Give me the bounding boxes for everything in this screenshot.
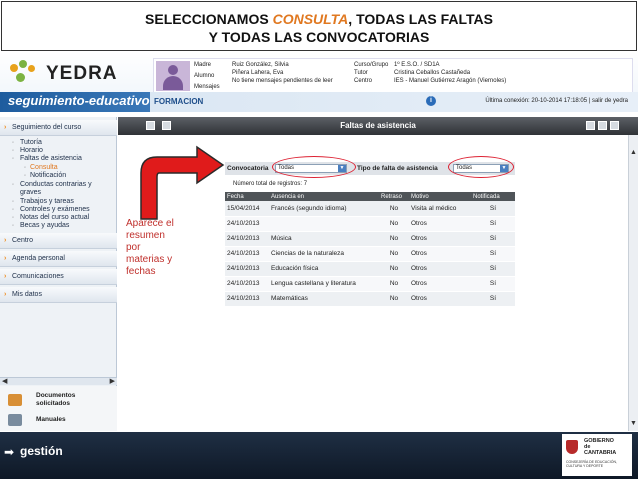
sidebar-item-controles[interactable]: Controles y exámenes [0,206,117,214]
col-retraso[interactable]: Retraso [379,192,409,201]
centro-label: Centro [354,78,373,84]
sidebar-item-horario[interactable]: Horario [0,147,117,155]
scroll-up-icon[interactable]: ▲ [630,149,637,156]
sidebar-item-notificacion[interactable]: Notificación [0,172,117,180]
logo-text: YEDRA [46,63,118,84]
table-row[interactable]: 24/10/2013 No Otros Sí [225,216,515,232]
coat-of-arms-icon [566,440,578,454]
role-label-madre: Madre [194,62,212,68]
sidebar-item-conductas[interactable]: Conductas contrarias y [0,181,117,189]
curso-value: 1º E.S.O. / SD1A [394,62,440,68]
manuals-icon[interactable] [8,414,22,426]
role-label-mensajes: Mensajes [194,84,220,90]
documents-link[interactable]: Documentos solicitados [36,392,75,408]
tutor-label: Tutor [354,70,368,76]
nav-band: seguimiento-educativo FORMACION i Última… [0,92,638,112]
sidebar-item-agenda[interactable]: Agenda personal [0,251,117,267]
sidebar-item-trabajos[interactable]: Trabajos y tareas [0,198,117,206]
panel-title: Faltas de asistencia [340,121,416,130]
manuals-link[interactable]: Manuales [36,416,66,424]
government-logo: GOBIERNO de CANTABRIA CONSEJERÍA DE EDUCAC… [562,434,632,476]
info-icon[interactable]: i [426,96,436,106]
col-notificada[interactable]: Notificada [471,192,515,201]
main-vertical-scrollbar[interactable]: ▲ ▼ [628,135,638,431]
sidebar-item-mis-datos[interactable]: Mis datos [0,287,117,303]
scroll-down-icon[interactable]: ▼ [630,420,637,427]
scroll-left-icon[interactable]: ◀ [2,377,7,385]
annotation-text: Aparece el resumen por materias y fechas [126,218,174,277]
caption-line-1: SELECCIONAMOS CONSULTA, TODAS LAS FALTAS [145,11,493,27]
gov-name: GOBIERNO de CANTABRIA [584,438,617,456]
scroll-right-icon[interactable]: ▶ [110,377,115,385]
last-connection[interactable]: Última conexión: 20-10-2014 17:18:05 | s… [485,98,628,104]
table-row[interactable]: 24/10/2013 Lengua castellana y literatura… [225,276,515,292]
sidebar-item-conductas-cont[interactable]: graves [0,189,117,197]
app-subtitle: seguimiento-educativo [8,93,150,108]
sidebar-item-notas[interactable]: Notas del curso actual [0,214,117,222]
avatar [156,61,190,91]
print-icon[interactable] [146,121,155,130]
caption-line-2: Y TODAS LAS CONVOCATORIAS [208,29,430,45]
table-row[interactable]: 24/10/2013 Música No Otros Sí [225,231,515,247]
user-info-panel: Madre Alumno Mensajes Ruiz González, Sil… [153,58,633,94]
yedra-logo-icon [8,60,44,88]
gestion-link[interactable]: gestión [20,444,63,458]
documents-panel: Documentos solicitados Manuales [0,386,117,431]
export-icon[interactable] [162,121,171,130]
curso-label: Curso/Grupo [354,62,389,68]
mensajes-text[interactable]: No tiene mensajes pendientes de leer [232,78,333,84]
convocatoria-label: Convocatoria [227,165,269,172]
panel-titlebar: Faltas de asistencia [118,117,638,135]
sidebar-item-centro[interactable]: Centro [0,233,117,249]
record-count: Número total de registros: 7 [233,181,308,187]
caption-box: SELECCIONAMOS CONSULTA, TODAS LAS FALTAS… [1,1,637,51]
yedra-logo: YEDRA [8,60,118,88]
documents-icon[interactable] [8,394,22,406]
red-arrow-icon [140,145,225,220]
window-menu-icon[interactable] [586,121,595,130]
gov-department: CONSEJERÍA DE EDUCACIÓN, CULTURA Y DEPOR… [566,460,617,468]
madre-name[interactable]: Ruiz González, Silvia [232,62,289,68]
window-list-icon[interactable] [598,121,607,130]
arrow-right-icon: ➡ [4,445,15,459]
table-row[interactable]: 24/10/2013 Ciencias de la naturaleza No Otr… [225,246,515,262]
app-footer: ➡ gestión GOBIERNO de CANTABRIA CONSEJERÍA… [0,432,638,479]
sidebar-item-consulta[interactable]: Consulta [0,164,117,172]
role-label-alumno: Alumno [194,73,215,79]
col-motivo[interactable]: Motivo [409,192,471,201]
centro-value: IES - Manuel Gutiérrez Aragón (Viernoles… [394,78,507,84]
table-header-row: Fecha Ausencia en Retraso Motivo Notific… [225,192,515,201]
absences-table: Fecha Ausencia en Retraso Motivo Notific… [225,192,515,307]
sidebar-horizontal-scrollbar[interactable]: ◀ ▶ [0,377,117,385]
sidebar-item-becas[interactable]: Becas y ayudas [0,222,117,230]
caption-highlight: CONSULTA [272,11,349,27]
table-row[interactable]: 15/04/2014 Francés (segundo idioma) No Visi… [225,201,515,217]
sidebar-item-seguimiento[interactable]: Seguimiento del curso [0,120,117,136]
window-close-icon[interactable] [610,121,619,130]
table-row[interactable]: 24/10/2013 Educación física No Otros Sí [225,261,515,277]
table-row[interactable]: 24/10/2013 Matemáticas No Otros Sí [225,291,515,307]
col-fecha[interactable]: Fecha [225,192,269,201]
sidebar-item-faltas[interactable]: Faltas de asistencia [0,155,117,163]
tipo-falta-label: Tipo de falta de asistencia [357,165,438,172]
col-ausencia[interactable]: Ausencia en [269,192,379,201]
alumno-name[interactable]: Piñera Lahera, Eva [232,70,283,76]
tutor-value: Cristina Ceballos Castañeda [394,70,471,76]
highlight-ring-tipo [448,156,514,178]
highlight-ring-convocatoria [272,156,356,178]
sidebar-item-tutoria[interactable]: Tutoría [0,139,117,147]
section-title[interactable]: FORMACION [154,97,203,106]
sidebar-item-comunicaciones[interactable]: Comunicaciones [0,269,117,285]
